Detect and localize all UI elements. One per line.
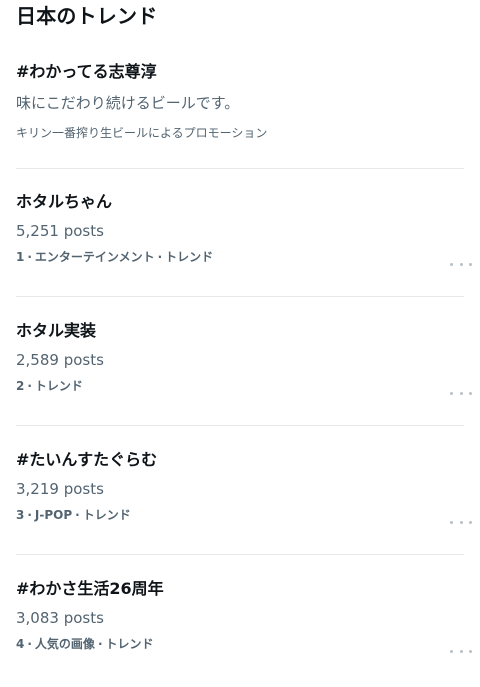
promoted-trend-description: 味にこだわり続けるビールです。 xyxy=(16,94,240,112)
meta-separator: · xyxy=(27,637,32,651)
trend-name: ホタルちゃん xyxy=(16,192,113,211)
trend-meta: 1 · エンターテインメント · トレンド xyxy=(16,248,464,266)
divider xyxy=(16,296,464,297)
trend-category: 人気の画像 xyxy=(34,637,95,651)
trend-label: トレンド xyxy=(34,379,83,393)
trend-label: トレンド xyxy=(82,508,131,522)
trend-meta: 2 · トレンド xyxy=(16,377,464,395)
divider xyxy=(16,425,464,426)
divider xyxy=(16,554,464,555)
meta-separator: · xyxy=(27,379,32,393)
more-horizontal-icon[interactable] xyxy=(450,646,472,656)
trend-item[interactable]: ホタルちゃん 5,251 posts 1 · エンターテインメント · トレンド xyxy=(16,190,464,300)
trend-label: トレンド xyxy=(105,637,154,651)
divider xyxy=(16,168,464,169)
meta-separator: · xyxy=(75,508,80,522)
trend-post-count: 5,251 posts xyxy=(16,222,104,240)
meta-separator: · xyxy=(157,250,163,264)
more-horizontal-icon[interactable] xyxy=(450,259,472,269)
more-horizontal-icon[interactable] xyxy=(450,517,472,527)
trend-post-count: 3,219 posts xyxy=(16,480,104,498)
promoted-by-label: キリン一番搾り生ビールによるプロモーション xyxy=(16,126,268,140)
trend-rank: 4 xyxy=(16,637,25,651)
trend-label: トレンド xyxy=(165,250,214,264)
trend-rank: 1 xyxy=(16,250,25,264)
trend-meta: 3 · J-POP · トレンド xyxy=(16,506,464,524)
trends-header: 日本のトレンド xyxy=(16,0,157,28)
trend-category: エンターテインメント xyxy=(34,250,155,264)
trend-post-count: 2,589 posts xyxy=(16,351,104,369)
trend-name: ホタル実装 xyxy=(16,321,97,340)
trend-name: #たいんすたぐらむ xyxy=(16,450,158,469)
trend-item[interactable]: ホタル実装 2,589 posts 2 · トレンド xyxy=(16,319,464,429)
trend-item[interactable]: #たいんすたぐらむ 3,219 posts 3 · J-POP · トレンド xyxy=(16,448,464,558)
meta-separator: · xyxy=(97,637,103,651)
trend-rank: 3 xyxy=(16,508,25,522)
page-title: 日本のトレンド xyxy=(16,3,158,28)
meta-separator: · xyxy=(27,508,32,522)
more-horizontal-icon[interactable] xyxy=(450,388,472,398)
trend-post-count: 3,083 posts xyxy=(16,609,104,627)
trend-name: #わかさ生活26周年 xyxy=(16,579,164,598)
promoted-trend-title: #わかってる志尊淳 xyxy=(16,62,157,81)
promoted-trend[interactable]: #わかってる志尊淳 味にこだわり続けるビールです。 キリン一番搾り生ビールによる… xyxy=(16,60,464,142)
trend-category: J-POP xyxy=(34,508,73,522)
trend-rank: 2 xyxy=(16,379,25,393)
meta-separator: · xyxy=(27,250,32,264)
trend-meta: 4 · 人気の画像 · トレンド xyxy=(16,635,464,653)
trend-item[interactable]: #わかさ生活26周年 3,083 posts 4 · 人気の画像 · トレンド xyxy=(16,577,464,687)
